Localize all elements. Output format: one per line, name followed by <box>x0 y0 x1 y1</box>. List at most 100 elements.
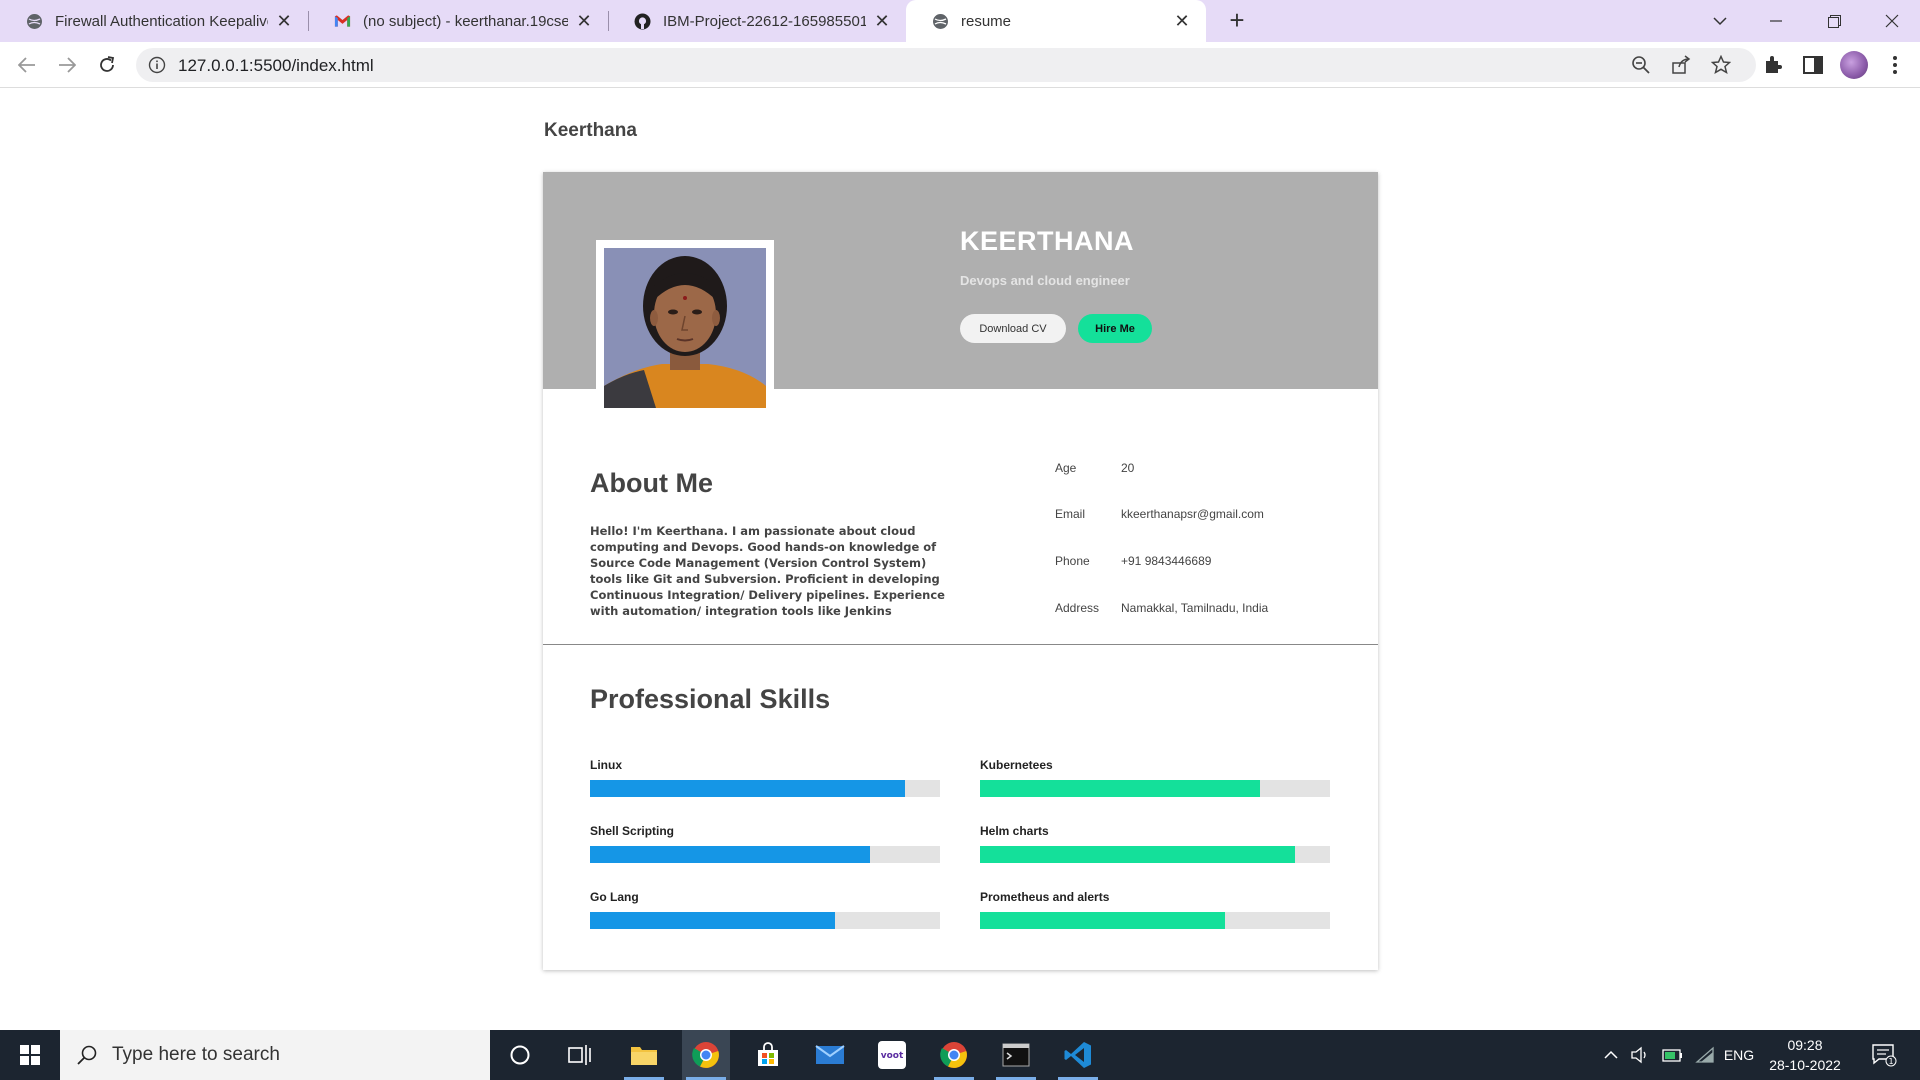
profile-avatar[interactable] <box>1840 51 1868 79</box>
skills-heading: Professional Skills <box>590 684 831 714</box>
tab-resume[interactable]: resume ✕ <box>906 0 1206 42</box>
tab-title: (no subject) - keerthanar.19cse@ <box>363 12 568 30</box>
info-value: Namakkal, Tamilnadu, India <box>1121 601 1269 615</box>
wifi-icon[interactable] <box>1692 1030 1718 1080</box>
globe-icon <box>26 13 43 30</box>
skill-label: Shell Scripting <box>590 824 675 838</box>
reload-icon[interactable] <box>92 50 122 80</box>
svg-text:voot: voot <box>881 1051 904 1061</box>
skill-label: Helm charts <box>980 824 1049 838</box>
hero-name: KEERTHANA <box>960 226 1135 256</box>
tab-github[interactable]: IBM-Project-22612-1659855016/ ✕ <box>608 0 906 42</box>
bookmark-star-icon[interactable] <box>1711 55 1731 75</box>
tab-gmail[interactable]: (no subject) - keerthanar.19cse@ ✕ <box>308 0 608 42</box>
gmail-icon <box>334 13 351 30</box>
skill-bar <box>590 780 905 797</box>
skill-kubernetees: Kubernetees <box>980 758 1330 797</box>
store-icon[interactable] <box>744 1030 792 1080</box>
browser-toolbar: 127.0.0.1:5500/index.html <box>0 42 1920 88</box>
info-value: kkeerthanapsr@gmail.com <box>1121 507 1264 521</box>
clock-time: 09:28 <box>1787 1037 1823 1053</box>
tab-search-icon[interactable] <box>1696 0 1744 42</box>
tab-title: Firewall Authentication Keepalive <box>55 12 268 30</box>
mail-icon[interactable] <box>806 1030 854 1080</box>
hire-me-button[interactable]: Hire Me <box>1078 314 1152 343</box>
vscode-icon[interactable] <box>1054 1030 1102 1080</box>
skill-bar <box>980 846 1295 863</box>
file-explorer-icon[interactable] <box>620 1030 668 1080</box>
minimize-button[interactable] <box>1752 0 1800 42</box>
download-cv-button[interactable]: Download CV <box>960 314 1066 343</box>
cortana-icon[interactable] <box>496 1030 544 1080</box>
forward-icon[interactable] <box>52 50 82 80</box>
skill-label: Go Lang <box>590 890 639 904</box>
github-icon <box>634 13 651 30</box>
info-label: Address <box>1055 601 1100 615</box>
about-text: Hello! I'm Keerthana. I am passionate ab… <box>590 524 945 618</box>
zoom-icon[interactable] <box>1631 55 1651 75</box>
url-text: 127.0.0.1:5500/index.html <box>178 56 374 75</box>
site-title: Keerthana <box>544 120 637 141</box>
extensions-icon[interactable] <box>1762 54 1784 76</box>
volume-icon[interactable] <box>1628 1030 1654 1080</box>
taskbar-search[interactable]: Type here to search <box>60 1030 490 1080</box>
side-panel-icon[interactable] <box>1802 54 1824 76</box>
skill-track <box>590 846 940 863</box>
language-indicator[interactable]: ENG <box>1720 1030 1758 1080</box>
close-icon[interactable]: ✕ <box>872 11 892 32</box>
close-window-button[interactable] <box>1868 0 1916 42</box>
notification-count: 1 <box>1888 1057 1893 1066</box>
battery-icon[interactable] <box>1660 1030 1686 1080</box>
tab-strip: Firewall Authentication Keepalive ✕ (no … <box>0 0 1920 42</box>
profile-photo-frame <box>596 240 774 408</box>
address-bar[interactable]: 127.0.0.1:5500/index.html <box>136 48 1756 82</box>
clock[interactable]: 09:28 28-10-2022 <box>1760 1035 1850 1075</box>
section-divider <box>543 644 1378 645</box>
taskbar: Type here to search voot ENG 09:28 28-10… <box>0 1030 1920 1080</box>
info-label: Age <box>1055 461 1077 475</box>
resume-card: KEERTHANA Devops and cloud engineer Down… <box>543 172 1378 970</box>
skill-shell-scripting: Shell Scripting <box>590 824 940 863</box>
search-icon <box>77 1045 97 1065</box>
chrome-profile-icon[interactable] <box>930 1030 978 1080</box>
skill-bar <box>980 912 1225 929</box>
skill-prometheus: Prometheus and alerts <box>980 890 1330 929</box>
chrome-icon[interactable] <box>682 1030 730 1080</box>
tab-firewall[interactable]: Firewall Authentication Keepalive ✕ <box>0 0 308 42</box>
voot-app-icon[interactable]: voot <box>868 1030 916 1080</box>
about-heading: About Me <box>590 468 713 498</box>
close-icon[interactable]: ✕ <box>1172 11 1192 32</box>
info-value: 20 <box>1121 461 1135 475</box>
skill-label: Kubernetees <box>980 758 1053 772</box>
terminal-icon[interactable] <box>992 1030 1040 1080</box>
search-placeholder: Type here to search <box>112 1044 280 1065</box>
back-icon[interactable] <box>12 50 42 80</box>
hero-role: Devops and cloud engineer <box>960 273 1130 288</box>
skill-label: Prometheus and alerts <box>980 890 1110 904</box>
skill-bar <box>590 912 835 929</box>
show-hidden-icons[interactable] <box>1600 1030 1622 1080</box>
restore-button[interactable] <box>1810 0 1858 42</box>
more-options-icon[interactable] <box>1884 54 1906 76</box>
skill-helm-charts: Helm charts <box>980 824 1330 863</box>
info-label: Phone <box>1055 554 1090 568</box>
profile-photo <box>604 248 766 408</box>
skill-track <box>980 912 1330 929</box>
skill-linux: Linux <box>590 758 940 797</box>
share-icon[interactable] <box>1671 55 1691 75</box>
skill-track <box>590 912 940 929</box>
skill-label: Linux <box>590 758 622 772</box>
skill-go-lang: Go Lang <box>590 890 940 929</box>
new-tab-button[interactable]: + <box>1222 6 1252 36</box>
skill-track <box>590 780 940 797</box>
site-info-icon[interactable] <box>148 56 166 74</box>
windows-start-icon[interactable] <box>0 1030 60 1080</box>
notifications-icon[interactable]: 1 <box>1864 1030 1904 1080</box>
globe-icon <box>932 13 949 30</box>
close-icon[interactable]: ✕ <box>574 11 594 32</box>
task-view-icon[interactable] <box>556 1030 604 1080</box>
close-icon[interactable]: ✕ <box>274 11 294 32</box>
skill-track <box>980 846 1330 863</box>
skill-track <box>980 780 1330 797</box>
tab-title: resume <box>961 12 1012 30</box>
